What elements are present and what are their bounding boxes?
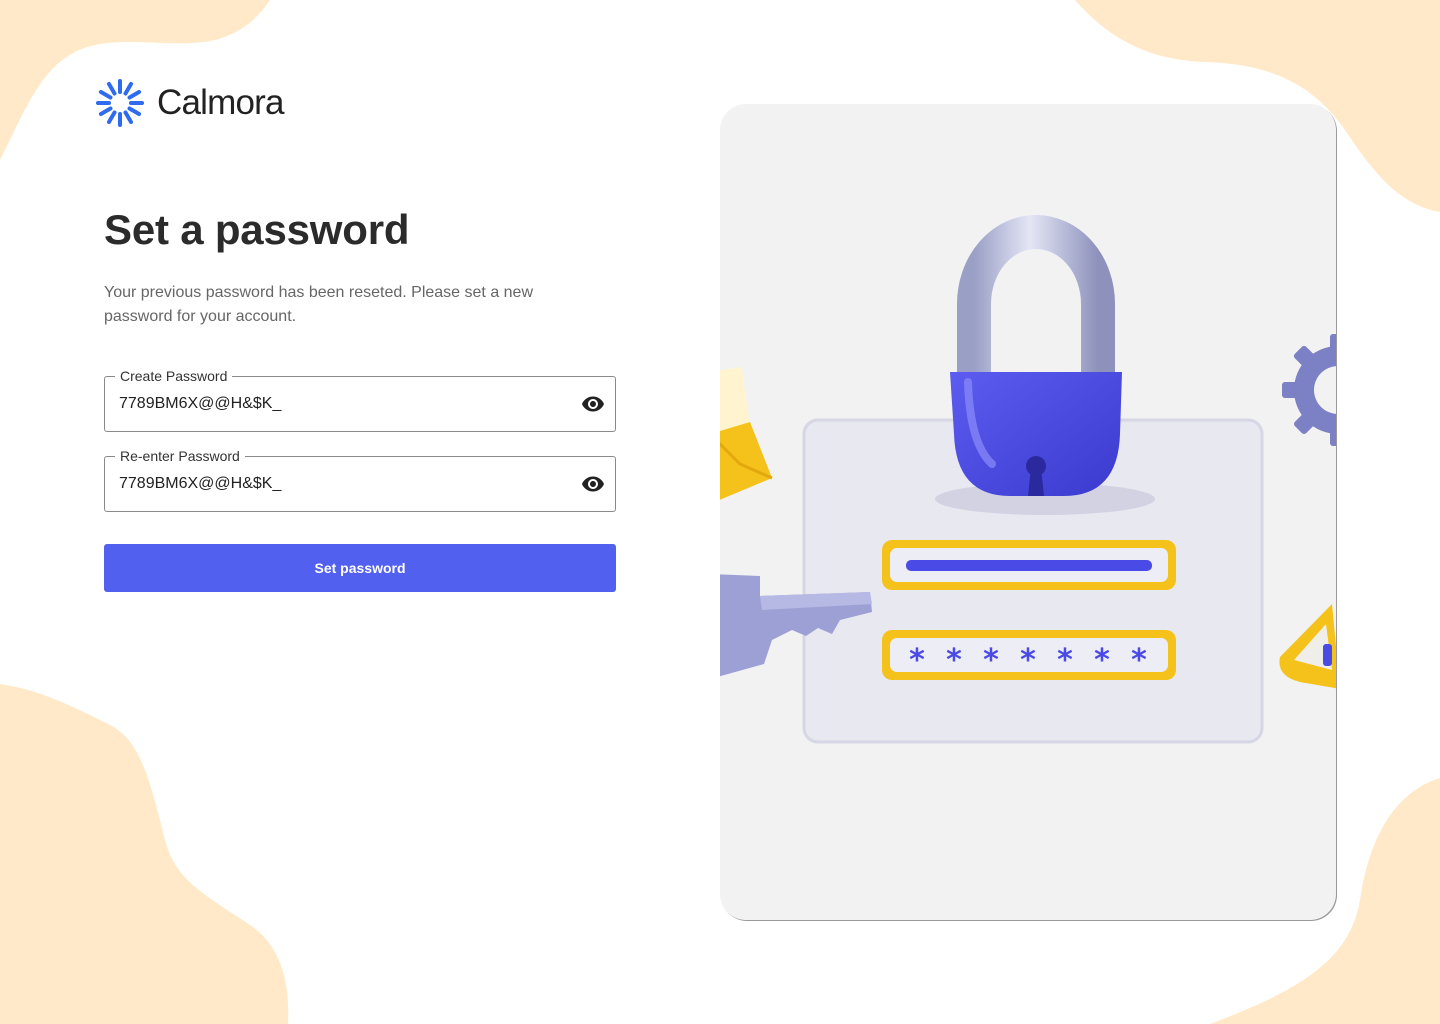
gear-icon <box>1282 334 1336 446</box>
svg-text:*: * <box>1020 643 1036 678</box>
svg-text:*: * <box>1094 643 1110 678</box>
svg-text:*: * <box>946 643 962 678</box>
svg-text:*: * <box>983 643 999 678</box>
reenter-password-input[interactable] <box>119 456 559 512</box>
svg-text:*: * <box>909 643 925 678</box>
reenter-password-field[interactable]: Re-enter Password <box>104 448 616 512</box>
set-password-button[interactable]: Set password <box>104 544 616 592</box>
sunburst-logo-icon <box>96 79 144 127</box>
page-title: Set a password <box>104 206 410 253</box>
brand-name: Calmora <box>157 83 284 122</box>
security-illustration: * * * * * * * <box>720 104 1336 920</box>
svg-text:*: * <box>1057 643 1073 678</box>
lock-shackle <box>957 215 1115 391</box>
create-password-input[interactable] <box>119 376 559 432</box>
brand-logo[interactable]: Calmora <box>95 78 284 128</box>
envelope-icon <box>720 367 773 500</box>
warning-icon <box>1279 604 1336 689</box>
eye-icon[interactable] <box>580 392 606 416</box>
create-password-field[interactable]: Create Password <box>104 368 616 432</box>
svg-text:*: * <box>1131 643 1147 678</box>
padlock-login-illustration: * * * * * * * <box>720 215 1336 744</box>
page-subtitle: Your previous password has been reseted.… <box>104 284 534 325</box>
eye-icon[interactable] <box>580 472 606 496</box>
